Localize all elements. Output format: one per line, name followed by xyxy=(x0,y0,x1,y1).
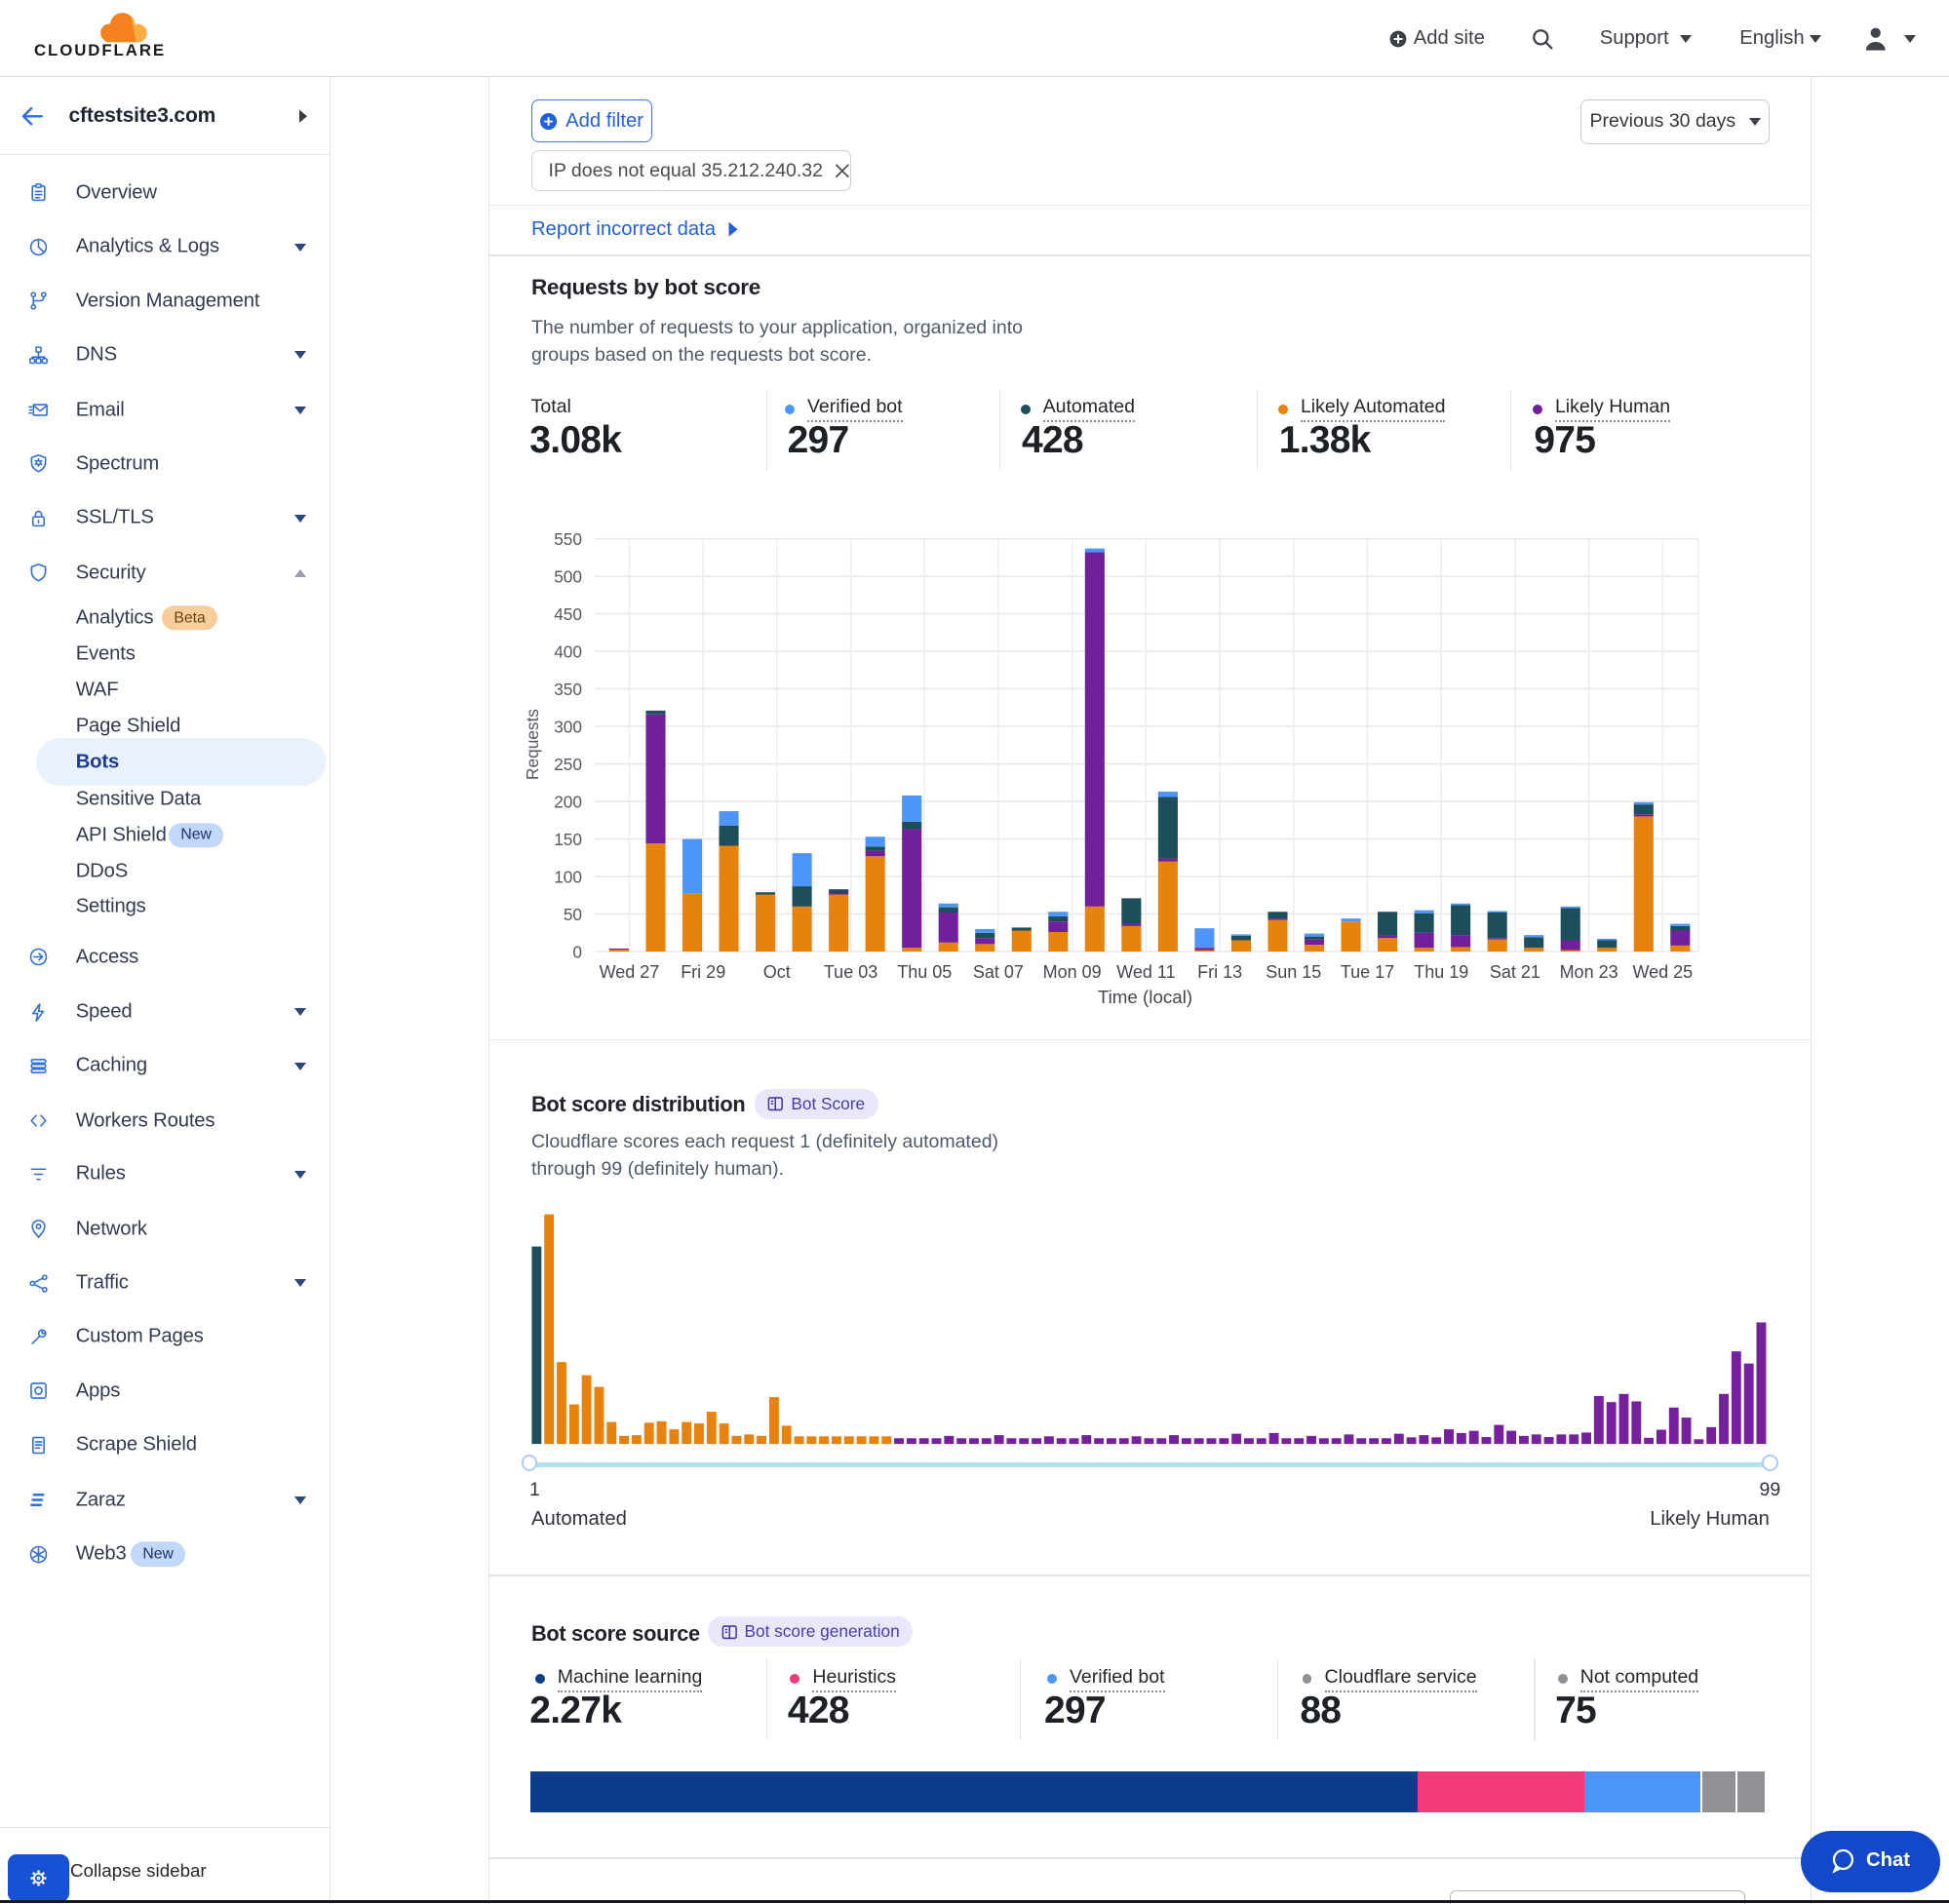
svg-text:450: 450 xyxy=(554,604,582,624)
svg-text:Tue 17: Tue 17 xyxy=(1341,962,1394,982)
svg-text:350: 350 xyxy=(554,680,582,699)
svg-text:500: 500 xyxy=(554,566,582,586)
svg-text:Wed 11: Wed 11 xyxy=(1116,962,1175,982)
svg-text:0: 0 xyxy=(572,942,582,961)
svg-text:150: 150 xyxy=(554,830,582,849)
svg-text:Thu 19: Thu 19 xyxy=(1414,962,1468,982)
svg-text:Sun 15: Sun 15 xyxy=(1266,962,1321,982)
svg-text:Mon 23: Mon 23 xyxy=(1560,962,1618,982)
svg-text:Thu 05: Thu 05 xyxy=(897,962,952,982)
svg-text:Requests: Requests xyxy=(523,709,542,780)
svg-text:Wed 27: Wed 27 xyxy=(600,962,660,982)
svg-text:50: 50 xyxy=(564,905,582,924)
svg-text:Sat 21: Sat 21 xyxy=(1490,962,1540,982)
svg-text:Oct: Oct xyxy=(763,962,791,982)
svg-text:Tue 03: Tue 03 xyxy=(824,962,877,982)
svg-text:300: 300 xyxy=(554,717,582,736)
svg-text:Fri 13: Fri 13 xyxy=(1197,962,1242,982)
svg-text:Time (local): Time (local) xyxy=(1098,987,1192,1007)
svg-text:Sat 07: Sat 07 xyxy=(973,962,1024,982)
svg-text:Mon 09: Mon 09 xyxy=(1043,962,1102,982)
svg-text:550: 550 xyxy=(554,529,582,549)
svg-text:250: 250 xyxy=(554,755,582,774)
svg-text:Wed 25: Wed 25 xyxy=(1632,962,1693,982)
svg-text:200: 200 xyxy=(554,792,582,811)
svg-text:100: 100 xyxy=(554,867,582,886)
svg-text:Fri 29: Fri 29 xyxy=(681,962,725,982)
svg-text:400: 400 xyxy=(554,641,582,661)
